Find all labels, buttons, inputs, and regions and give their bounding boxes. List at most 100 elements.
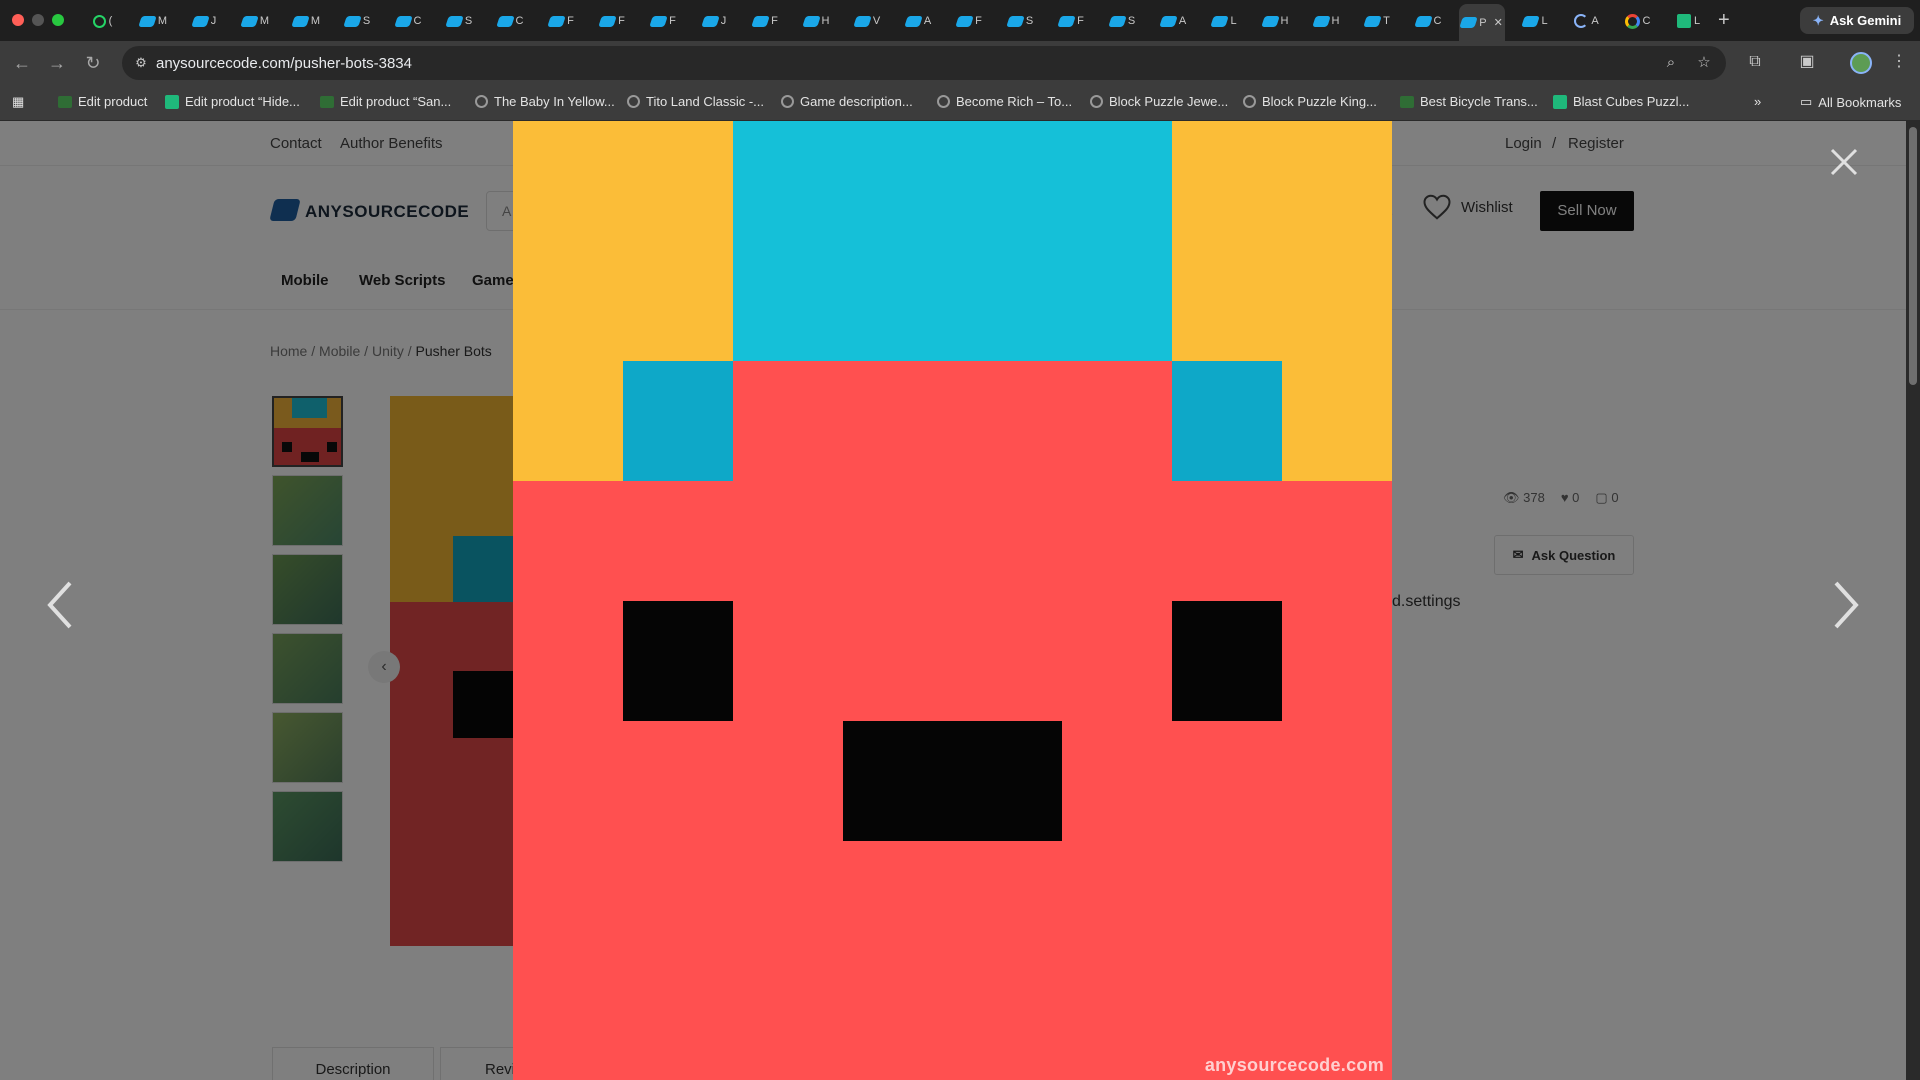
browser-toolbar: ← → ↻ ⚙ anysourcecode.com/pusher-bots-38… (0, 41, 1920, 85)
tab-title: S (464, 15, 473, 27)
bookmark-label: Game description... (800, 94, 913, 109)
tab-title: F (1077, 15, 1084, 27)
bookmark-label: Edit product (78, 94, 148, 109)
bookmark-item[interactable]: Blast Cubes Puzzl... (1553, 94, 1689, 109)
site-icon (1413, 15, 1433, 27)
browser-tab[interactable]: A (1153, 8, 1194, 34)
bookmark-label: Block Puzzle King... (1262, 94, 1377, 109)
image-cyan-top (733, 121, 1172, 361)
browser-tab[interactable]: ( (82, 8, 123, 34)
browser-tab[interactable]: V (847, 8, 888, 34)
site-icon (700, 15, 720, 27)
new-tab-button[interactable]: + (1718, 10, 1730, 30)
bookmark-label: The Baby In Yellow... (494, 94, 615, 109)
browser-tab[interactable]: A (1566, 8, 1607, 34)
scrollbar-thumb[interactable] (1909, 127, 1917, 385)
tab-title: L (1230, 15, 1237, 27)
profile-avatar[interactable] (1850, 52, 1872, 74)
bookmark-item[interactable]: Tito Land Classic -... (627, 94, 764, 109)
back-button[interactable]: ← (10, 51, 34, 75)
more-bookmarks-button[interactable]: » (1754, 94, 1761, 109)
site-icon (904, 15, 923, 27)
browser-tab[interactable]: L (1515, 8, 1556, 34)
bookmark-item[interactable]: Edit product “San... (320, 94, 451, 109)
zoom-icon[interactable]: ⌕ (1662, 54, 1680, 72)
browser-tab[interactable]: M (235, 8, 276, 34)
bookmark-item[interactable]: Edit product (58, 94, 147, 109)
bookmark-item[interactable]: Become Rich – To... (937, 94, 1072, 109)
lightbox-next-arrow[interactable] (1826, 575, 1866, 635)
tab-title: J (210, 15, 217, 27)
browser-tab[interactable]: P ✕ (1459, 4, 1505, 41)
browser-tab[interactable]: C (388, 8, 429, 34)
bookmarks-bar: ▦ Edit product Edit product “Hide... Edit … (0, 85, 1920, 121)
forward-button[interactable]: → (45, 51, 69, 75)
bookmark-favicon-icon (1553, 94, 1567, 109)
lightbox-close-icon[interactable] (1826, 144, 1862, 180)
browser-tab[interactable]: H (1255, 8, 1296, 34)
browser-tab[interactable]: L (1668, 8, 1709, 34)
close-window-icon[interactable] (12, 14, 24, 26)
browser-tab[interactable]: F (1051, 8, 1092, 34)
browser-tab[interactable]: F (949, 8, 990, 34)
google-icon (1624, 13, 1640, 29)
all-bookmarks-folder[interactable]: ▭ All Bookmarks (1800, 94, 1901, 110)
tab-title: F (669, 15, 676, 27)
browser-tab[interactable]: J (184, 8, 225, 34)
browser-tab[interactable]: C (1408, 8, 1449, 34)
browser-tab[interactable]: M (133, 8, 174, 34)
reload-button[interactable]: ↻ (81, 51, 105, 75)
site-icon (955, 15, 974, 27)
browser-tab[interactable]: T (1357, 8, 1398, 34)
bookmark-item[interactable]: Edit product “Hide... (165, 94, 300, 109)
page-scrollbar[interactable] (1906, 121, 1920, 1080)
tab-title: M (310, 15, 321, 27)
browser-tab[interactable]: A (898, 8, 939, 34)
site-icon (343, 15, 362, 27)
site-icon (495, 15, 515, 27)
apps-icon[interactable]: ▦ (12, 94, 24, 110)
bookmark-item[interactable]: Block Puzzle King... (1243, 94, 1377, 109)
browser-tab[interactable]: S (337, 8, 378, 34)
bookmark-item[interactable]: Game description... (781, 94, 913, 109)
bookmark-item[interactable]: The Baby In Yellow... (475, 94, 615, 109)
bookmark-star-icon[interactable]: ☆ (1695, 54, 1713, 72)
ask-gemini-button[interactable]: ✦ Ask Gemini (1800, 7, 1914, 34)
close-tab-icon[interactable]: ✕ (1494, 16, 1503, 29)
folder-icon: ▭ (1800, 94, 1813, 109)
browser-tab[interactable]: L (1204, 8, 1245, 34)
tab-title: L (1693, 15, 1701, 27)
site-icon (1260, 15, 1280, 27)
tab-title: S (362, 15, 371, 27)
minimize-window-icon[interactable] (32, 14, 44, 26)
site-settings-icon[interactable]: ⚙ (132, 54, 150, 72)
maximize-window-icon[interactable] (52, 14, 64, 26)
browser-tab[interactable]: S (439, 8, 480, 34)
browser-tab[interactable]: C (1617, 8, 1658, 34)
browser-tab[interactable]: C (490, 8, 531, 34)
bookmark-item[interactable]: Best Bicycle Trans... (1400, 94, 1538, 109)
browser-tab[interactable]: F (643, 8, 684, 34)
browser-tab[interactable]: F (592, 8, 633, 34)
extensions-icon[interactable]: ⧉ (1744, 51, 1766, 73)
url-text[interactable]: anysourcecode.com/pusher-bots-3834 (156, 55, 412, 72)
menu-icon[interactable]: ⋮ (1888, 51, 1910, 73)
site-icon (1108, 15, 1127, 27)
ask-gemini-label: Ask Gemini (1829, 13, 1902, 28)
tab-title: F (618, 15, 625, 27)
browser-tab[interactable]: S (1102, 8, 1143, 34)
bookmark-label: Edit product “San... (340, 94, 452, 109)
browser-tab[interactable]: J (694, 8, 735, 34)
browser-tab[interactable]: H (796, 8, 837, 34)
browser-tab[interactable]: H (1306, 8, 1347, 34)
browser-tab[interactable]: M (286, 8, 327, 34)
lightbox-prev-arrow[interactable] (40, 575, 80, 635)
bookmark-item[interactable]: Block Puzzle Jewe... (1090, 94, 1228, 109)
image-cyan-left (623, 361, 733, 481)
side-panel-icon[interactable]: ▣ (1796, 51, 1818, 73)
address-bar[interactable]: ⚙ anysourcecode.com/pusher-bots-3834 ⌕ ☆ (122, 46, 1726, 80)
browser-tab[interactable]: F (745, 8, 786, 34)
browser-tab[interactable]: S (1000, 8, 1041, 34)
image-eye-right (1172, 601, 1282, 721)
browser-tab[interactable]: F (541, 8, 582, 34)
